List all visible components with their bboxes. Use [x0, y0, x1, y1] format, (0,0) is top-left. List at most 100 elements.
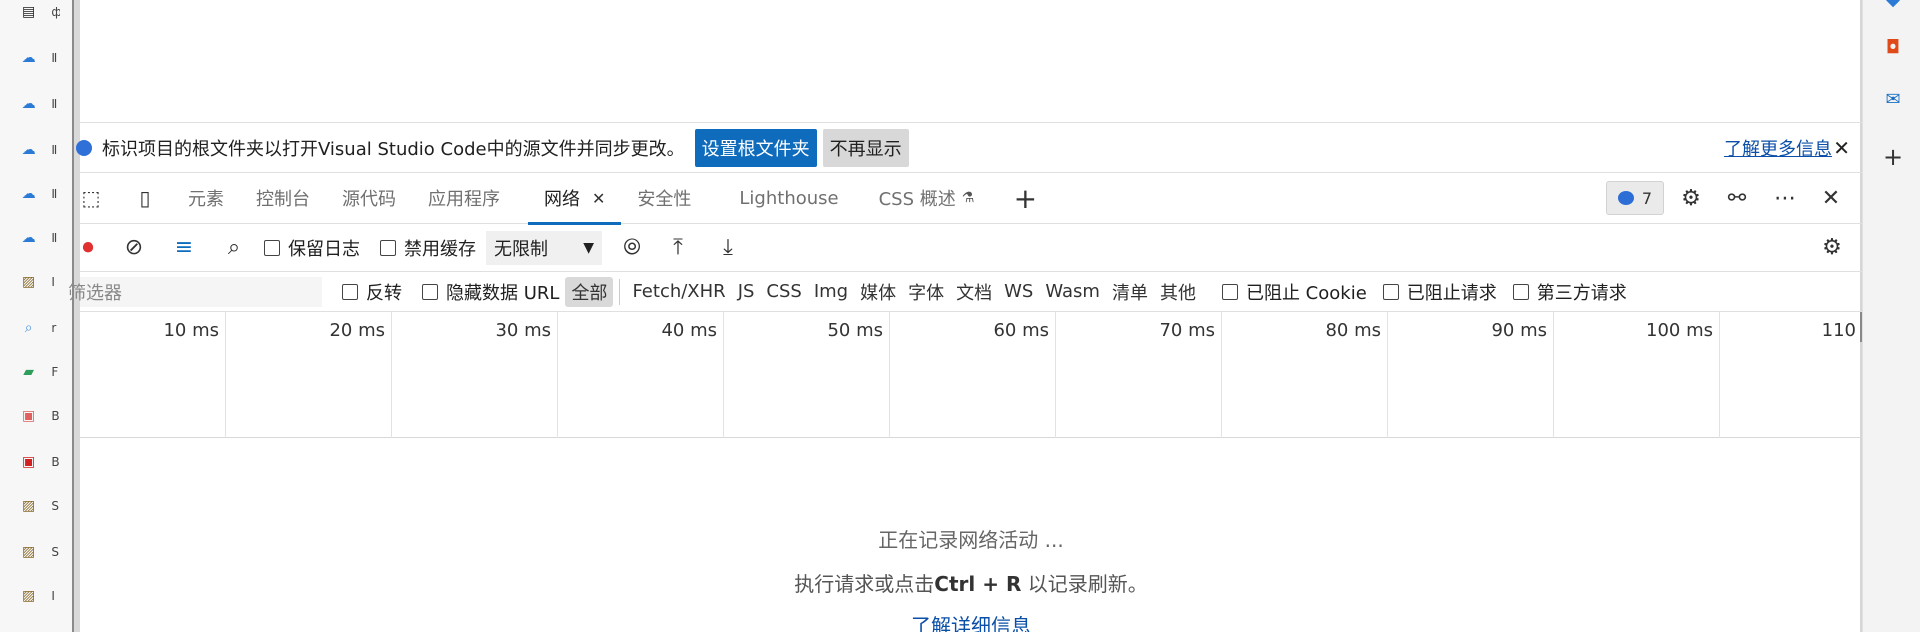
- tab-console[interactable]: 控制台: [240, 172, 326, 224]
- image-icon: ▨: [22, 274, 36, 290]
- favorite-item[interactable]: ▤ ф: [20, 0, 60, 24]
- blocked-cookies-checkbox[interactable]: 已阻止 Cookie: [1221, 279, 1367, 305]
- favorite-label: ф: [51, 5, 60, 19]
- filter-type-css[interactable]: CSS: [760, 277, 807, 307]
- close-icon[interactable]: ✕: [1833, 136, 1850, 160]
- favorite-label: B: [51, 455, 60, 469]
- edge-sidebar: ◆ ◘ ✉ +: [1862, 0, 1920, 632]
- tick-label: 40 ms: [661, 320, 717, 341]
- shopping-icon[interactable]: ◆: [1880, 0, 1906, 12]
- favorite-label: S: [51, 499, 59, 513]
- disable-cache-checkbox[interactable]: 禁用缓存: [380, 235, 476, 261]
- checkbox-box[interactable]: [1221, 283, 1238, 300]
- upload-har-icon[interactable]: ⤒: [658, 228, 698, 268]
- outlook-icon[interactable]: ✉: [1880, 86, 1906, 112]
- tab-css-overview[interactable]: CSS 概述 ⚗: [863, 172, 991, 224]
- favorite-item[interactable]: ▨ S: [20, 494, 60, 518]
- favorite-item[interactable]: ▣ B: [20, 450, 60, 474]
- browser-window: ▤ ф ☁ Ⅱ ☁ Ⅱ ☁ Ⅱ ☁ Ⅱ ☁ Ⅱ ▨ I ⌕ r ▰ F ▣ B ▣ B ▨ S ▨ S ▨…: [0, 0, 1920, 632]
- tab-network-label: 网络: [544, 189, 580, 210]
- tab-security[interactable]: 安全性: [621, 172, 707, 224]
- set-root-folder-button[interactable]: 设置根文件夹: [694, 128, 817, 167]
- close-tab-icon[interactable]: ✕: [592, 189, 605, 208]
- filter-type-font[interactable]: 字体: [902, 277, 950, 307]
- timeline-tick: 100 ms: [1554, 312, 1720, 438]
- favorite-item[interactable]: ☁ Ⅱ: [20, 46, 60, 70]
- timeline-tick: 30 ms: [392, 312, 558, 438]
- favorite-item[interactable]: ☁ Ⅱ: [20, 138, 60, 162]
- learn-more-link[interactable]: 了解更多信息: [1724, 135, 1832, 161]
- checkbox-box[interactable]: [1382, 283, 1399, 300]
- clear-icon[interactable]: ⊘: [114, 228, 154, 268]
- third-party-checkbox[interactable]: 第三方请求: [1512, 279, 1627, 305]
- checkbox-box[interactable]: [1512, 283, 1529, 300]
- tab-network[interactable]: 网络 ✕: [528, 172, 622, 225]
- tab-lighthouse[interactable]: Lighthouse: [723, 172, 854, 224]
- tab-sources[interactable]: 源代码: [326, 172, 412, 224]
- cloud-icon: ☁: [21, 50, 36, 66]
- favorite-item[interactable]: ⌕ r: [20, 316, 60, 340]
- favorite-item[interactable]: ▨ I: [20, 584, 60, 608]
- learn-details-link[interactable]: 了解详细信息: [80, 610, 1862, 632]
- tab-application[interactable]: 应用程序: [412, 172, 516, 224]
- filter-type-all[interactable]: 全部: [565, 276, 614, 307]
- search-icon[interactable]: ⌕: [214, 228, 254, 268]
- timeline-tick: 20 ms: [226, 312, 392, 438]
- office-icon[interactable]: ◘: [1880, 34, 1906, 60]
- favorite-item[interactable]: ☁ Ⅱ: [20, 226, 60, 250]
- filter-placeholder: 筛选器: [68, 282, 122, 304]
- customize-icon[interactable]: ⚯: [1720, 181, 1754, 215]
- checkbox-box[interactable]: [380, 239, 396, 256]
- image-icon: ▨: [22, 544, 36, 560]
- filter-icon[interactable]: ≡: [164, 228, 204, 268]
- device-emulation-icon[interactable]: ▯: [126, 178, 164, 218]
- network-overview-timeline[interactable]: 10 ms 20 ms 30 ms 40 ms 50 ms 60 ms 70 m…: [80, 312, 1864, 438]
- dont-show-again-button[interactable]: 不再显示: [822, 128, 909, 167]
- throttling-select[interactable]: 无限制 ▼: [486, 230, 602, 265]
- issues-badge[interactable]: 7: [1606, 181, 1664, 215]
- favorite-label: I: [51, 589, 55, 603]
- hide-data-urls-checkbox[interactable]: 隐藏数据 URL: [422, 279, 559, 305]
- add-icon[interactable]: +: [1880, 143, 1906, 171]
- filter-type-fetch-xhr[interactable]: Fetch/XHR: [626, 277, 731, 307]
- add-tab-icon[interactable]: +: [1006, 178, 1044, 218]
- favorite-item[interactable]: ▰ F: [20, 360, 60, 384]
- checkbox-box[interactable]: [264, 239, 280, 256]
- download-har-icon[interactable]: ⤓: [708, 228, 748, 268]
- filter-type-wasm[interactable]: Wasm: [1039, 277, 1106, 307]
- checkbox-box[interactable]: [422, 283, 438, 300]
- filter-type-doc[interactable]: 文档: [950, 277, 998, 307]
- image-icon: ▨: [22, 588, 36, 604]
- inspect-element-icon[interactable]: ⬚: [72, 178, 110, 218]
- preserve-log-checkbox[interactable]: 保留日志: [264, 235, 360, 261]
- favorite-label: S: [51, 545, 59, 559]
- third-party-label: 第三方请求: [1536, 282, 1627, 304]
- favorite-item[interactable]: ▨ S: [20, 540, 60, 564]
- filter-type-ws[interactable]: WS: [998, 277, 1039, 307]
- favorite-item[interactable]: ▣ B: [20, 404, 60, 428]
- search-icon: ⌕: [24, 320, 33, 336]
- invert-checkbox[interactable]: 反转: [342, 279, 402, 305]
- filter-type-js[interactable]: JS: [732, 277, 761, 307]
- more-icon[interactable]: ⋯: [1768, 181, 1802, 215]
- favorite-item[interactable]: ▨ I: [20, 270, 60, 294]
- sidebar-resize-divider[interactable]: [72, 0, 80, 632]
- filter-input[interactable]: 筛选器: [68, 276, 322, 307]
- cloud-icon: ☁: [21, 142, 36, 158]
- network-settings-gear-icon[interactable]: ⚙: [1812, 228, 1852, 268]
- blocked-requests-checkbox[interactable]: 已阻止请求: [1382, 279, 1497, 305]
- close-devtools-icon[interactable]: ✕: [1814, 181, 1848, 215]
- network-conditions-icon[interactable]: ⦾: [612, 228, 652, 268]
- checkbox-box[interactable]: [342, 283, 358, 300]
- gear-icon[interactable]: ⚙: [1674, 181, 1708, 215]
- tick-label: 90 ms: [1491, 320, 1547, 341]
- favorite-item[interactable]: ☁ Ⅱ: [20, 92, 60, 116]
- favorite-item[interactable]: ☁ Ⅱ: [20, 182, 60, 206]
- tab-elements[interactable]: 元素: [172, 172, 240, 224]
- record-icon[interactable]: ⏺: [68, 228, 108, 268]
- filter-type-img[interactable]: Img: [808, 277, 854, 307]
- filter-type-other[interactable]: 其他: [1154, 277, 1202, 307]
- filter-type-manifest[interactable]: 清单: [1106, 277, 1154, 307]
- hint-suffix: 以记录刷新。: [1027, 572, 1148, 596]
- filter-type-media[interactable]: 媒体: [854, 277, 902, 307]
